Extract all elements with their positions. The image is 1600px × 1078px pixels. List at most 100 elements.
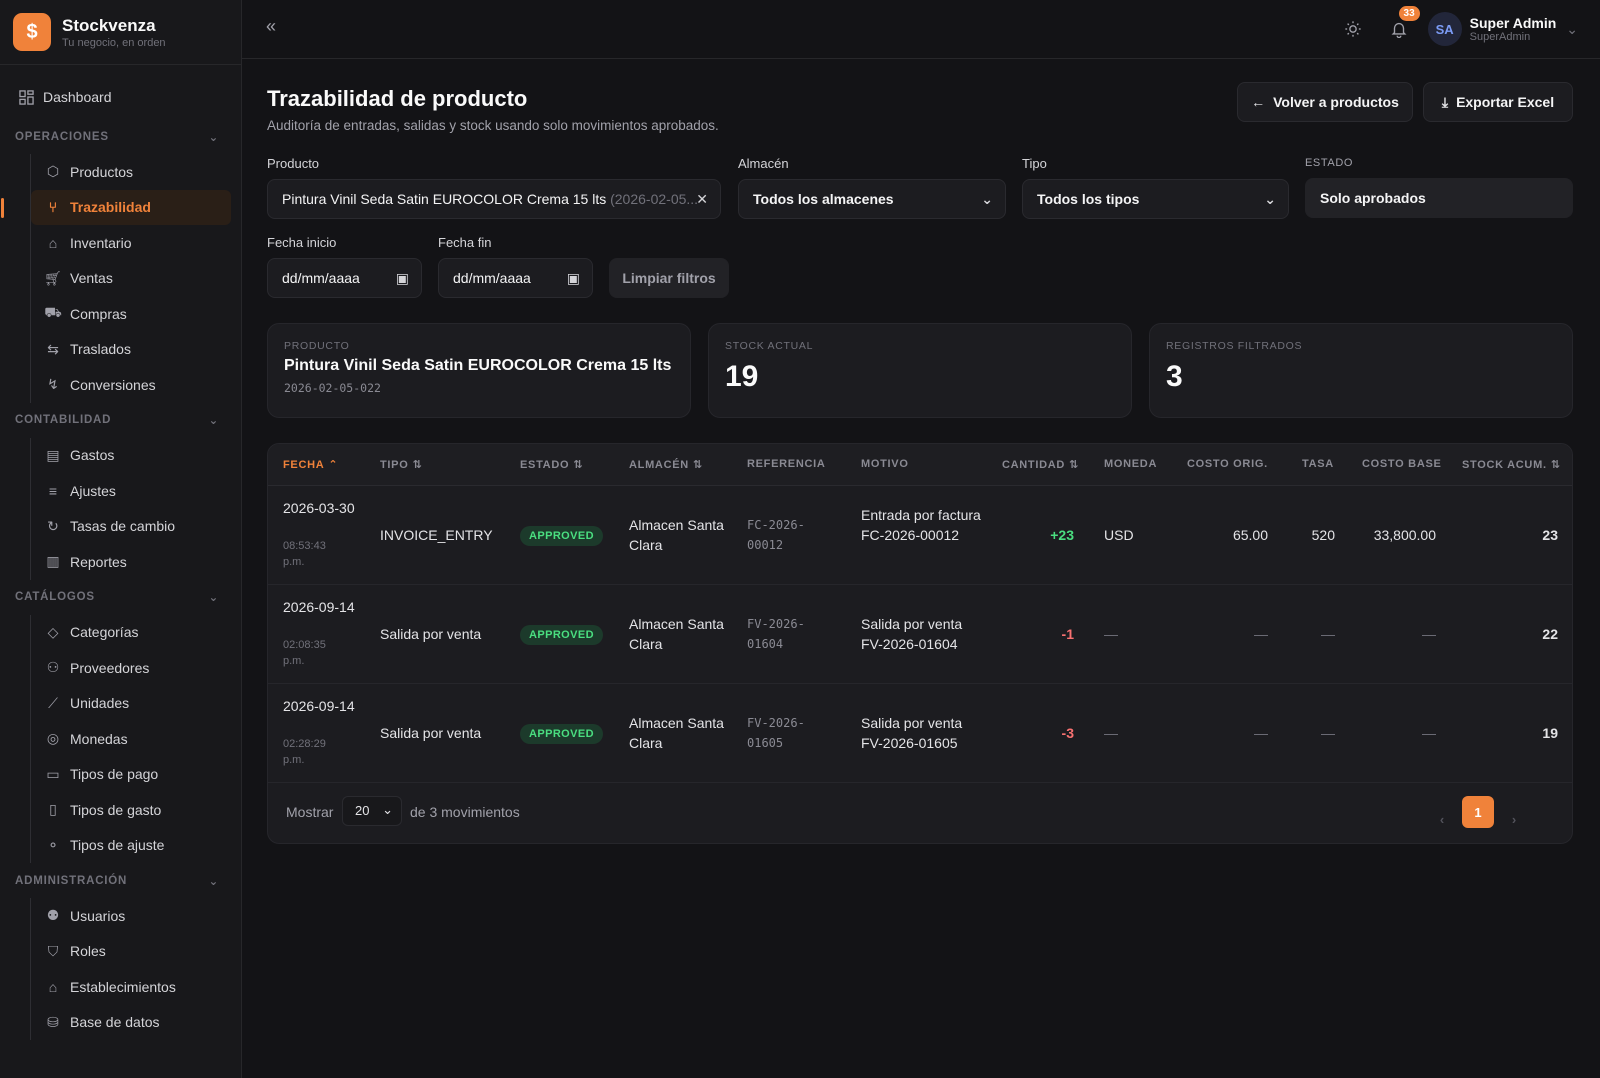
table-row: 2026-03-30 08:53:43 p.m. INVOICE_ENTRY A… (268, 486, 1572, 585)
next-page-icon[interactable]: › (1498, 796, 1530, 828)
row-time: 08:53:43 p.m. (283, 540, 326, 568)
sidebar-item-monedas[interactable]: ◎ Monedas (31, 721, 241, 757)
sidebar-item-label: Categorías (70, 624, 139, 641)
warehouse-select[interactable]: Todos los almacenes ⌄ (738, 179, 1006, 219)
records-value: 3 (1166, 360, 1183, 393)
start-date-input[interactable]: dd/mm/aaaa ▣ (267, 258, 422, 298)
page-size-select[interactable]: 20 ⌄ (342, 796, 402, 826)
sidebar-item-tipos-de-ajuste[interactable]: ⚬ Tipos de ajuste (31, 828, 241, 864)
row-base-cost: — (1422, 725, 1436, 741)
sidebar-item-gastos[interactable]: ▤ Gastos (31, 438, 241, 474)
dashboard-grid-icon (18, 89, 34, 105)
page-subtitle: Auditoría de entradas, salidas y stock u… (267, 118, 719, 133)
end-date-input[interactable]: dd/mm/aaaa ▣ (438, 258, 593, 298)
sidebar-item-tipos-de-pago[interactable]: ▭ Tipos de pago (31, 757, 241, 793)
sidebar-item-categorias[interactable]: ◇ Categorías (31, 615, 241, 651)
sidebar-item-traslados[interactable]: ⇆ Traslados (31, 332, 241, 368)
column-header-almacen[interactable]: ALMACÉN ⇅ (629, 458, 703, 471)
row-orig-cost: — (1254, 725, 1268, 741)
sort-icon: ⇅ (573, 459, 584, 471)
sidebar-item-ajustes[interactable]: ≡ Ajustes (31, 473, 241, 509)
column-header-cantidad[interactable]: CANTIDAD ⇅ (1002, 458, 1079, 471)
sidebar-item-inventario[interactable]: ⌂ Inventario (31, 225, 241, 261)
section-contabilidad[interactable]: CONTABILIDAD ⌄ (0, 403, 241, 438)
row-quantity: +23 (1050, 527, 1074, 543)
row-type: Salida por venta (380, 626, 482, 642)
section-operaciones[interactable]: OPERACIONES ⌄ (0, 119, 241, 154)
sidebar-item-label: Establecimientos (70, 978, 176, 995)
sidebar-item-label: Proveedores (70, 659, 150, 676)
sidebar-item-proveedores[interactable]: ⚇ Proveedores (31, 650, 241, 686)
truck-icon: ⛟ (44, 304, 62, 321)
sidebar-item-tipos-de-gasto[interactable]: ▯ Tipos de gasto (31, 792, 241, 828)
export-excel-button[interactable]: ⤓ Exportar Excel (1423, 82, 1573, 122)
show-label: Mostrar (286, 804, 334, 820)
sidebar-item-establecimientos[interactable]: ⌂ Establecimientos (31, 969, 241, 1005)
chevron-down-icon: ⌄ (208, 592, 219, 604)
users-icon: ⚇ (46, 659, 60, 676)
user-menu[interactable]: Super Admin SuperAdmin (1470, 15, 1557, 43)
row-quantity: -3 (1061, 725, 1074, 741)
row-date: 2026-09-14 (283, 698, 355, 714)
product-filter-value: Pintura Vinil Seda Satin EUROCOLOR Crema… (282, 191, 607, 207)
type-select[interactable]: Todos los tipos ⌄ (1022, 179, 1289, 219)
sidebar-item-label: Monedas (70, 730, 128, 747)
row-orig-cost: 65.00 (1232, 527, 1268, 543)
sidebar-item-reportes[interactable]: ▥ Reportes (31, 544, 241, 580)
sidebar-item-label: Ajustes (70, 482, 116, 499)
sidebar-item-label: Compras (70, 305, 127, 322)
sidebar-item-compras[interactable]: ⛟ Compras (31, 296, 241, 332)
avatar[interactable]: SA (1427, 12, 1462, 46)
sidebar-item-ventas[interactable]: 🛒︎ Ventas (31, 261, 241, 297)
sidebar-item-dashboard[interactable]: Dashboard (0, 79, 241, 115)
sidebar-item-roles[interactable]: ⛉ Roles (31, 934, 241, 970)
button-label: Exportar Excel (1456, 94, 1555, 110)
status-value: Solo aprobados (1320, 190, 1426, 206)
sidebar-item-productos[interactable]: ⬡ Productos (31, 154, 241, 190)
chevron-down-icon[interactable]: ⌄ (1566, 21, 1578, 38)
section-operaciones-items: ⬡ Productos ⑂ Trazabilidad ⌂ Inventario 🛒︎ V… (1, 154, 241, 403)
product-filter-input[interactable]: Pintura Vinil Seda Satin EUROCOLOR Crema… (267, 179, 721, 219)
clear-x-icon[interactable]: ✕ (696, 191, 708, 208)
row-base-cost: 33,800.00 (1373, 527, 1436, 543)
sidebar-item-usuarios[interactable]: ⚉ Usuarios (31, 898, 241, 934)
collapse-sidebar-icon[interactable]: « (266, 16, 276, 37)
start-date-placeholder: dd/mm/aaaa (282, 270, 360, 286)
column-header-estado[interactable]: ESTADO ⇅ (520, 458, 583, 471)
section-catalogos[interactable]: CATÁLOGOS ⌄ (0, 580, 241, 615)
sidebar-item-label: Tipos de pago (70, 766, 159, 783)
end-date-placeholder: dd/mm/aaaa (453, 270, 531, 286)
row-type: Salida por venta (380, 725, 482, 741)
clear-filters-button[interactable]: Limpiar filtros (609, 258, 729, 298)
row-orig-cost: — (1254, 626, 1268, 642)
prev-page-icon[interactable]: ‹ (1426, 796, 1458, 828)
row-time: 02:08:35 p.m. (283, 639, 326, 667)
calendar-icon[interactable]: ▣ (567, 270, 580, 287)
row-type: INVOICE_ENTRY (380, 527, 493, 543)
calendar-icon[interactable]: ▣ (396, 270, 409, 287)
column-label: ALMACÉN (629, 459, 689, 471)
sidebar-item-label: Roles (70, 943, 106, 960)
sidebar-item-label: Unidades (70, 695, 130, 712)
column-header-moneda: MONEDA (1104, 458, 1158, 470)
column-header-stock-acum[interactable]: STOCK ACUM. ⇅ (1462, 458, 1561, 471)
bell-icon[interactable]: 33 (1382, 6, 1420, 46)
warehouse-icon: ⌂ (48, 234, 58, 251)
column-header-tasa: TASA (1302, 458, 1334, 470)
sidebar-item-conversiones[interactable]: ↯ Conversiones (31, 367, 241, 403)
route-icon: ↯ (47, 376, 59, 393)
sidebar-item-base-de-datos[interactable]: ⛁ Base de datos (31, 1005, 241, 1041)
page-button-current[interactable]: 1 (1462, 796, 1494, 828)
chevron-down-icon: ⌄ (208, 875, 219, 888)
column-header-tipo[interactable]: TIPO ⇅ (380, 458, 422, 471)
arrow-left-icon: ← (1251, 94, 1266, 110)
sort-icon: ⇅ (692, 459, 703, 471)
theme-sun-icon[interactable] (1336, 12, 1370, 46)
section-administracion[interactable]: ADMINISTRACIÓN ⌄ (0, 863, 241, 898)
sidebar-item-tasas-de-cambio[interactable]: ↻ Tasas de cambio (31, 509, 241, 545)
table-row: 2026-09-14 02:28:29 p.m. Salida por vent… (268, 684, 1572, 783)
back-to-products-button[interactable]: ← Volver a productos (1237, 82, 1413, 122)
sidebar-item-unidades[interactable]: ⟋ Unidades (31, 686, 241, 722)
sidebar-item-trazabilidad[interactable]: ⑂ Trazabilidad (1, 189, 231, 225)
column-header-fecha[interactable]: FECHA ⌃ (283, 458, 338, 471)
